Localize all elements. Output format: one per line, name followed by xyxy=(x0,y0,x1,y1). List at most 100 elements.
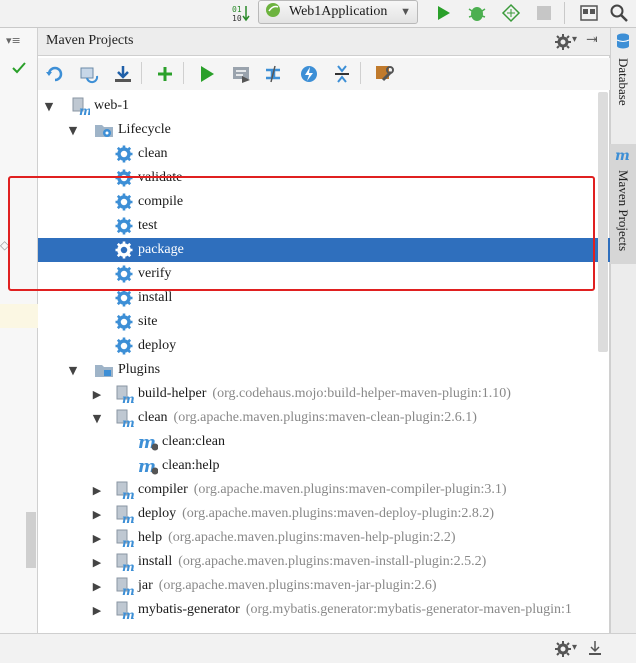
svg-text:m: m xyxy=(615,148,630,162)
lifecycle-label: Lifecycle xyxy=(118,122,171,137)
search-icon[interactable] xyxy=(608,2,630,24)
maven-plugin-icon: m xyxy=(114,528,134,548)
svg-text:10: 10 xyxy=(232,14,242,23)
chevron-down-icon[interactable]: ▼ xyxy=(90,412,104,425)
lifecycle-phase-site[interactable]: site xyxy=(38,310,610,334)
debug-icon[interactable] xyxy=(466,2,488,24)
tree-item-plugins[interactable]: ▼ Plugins xyxy=(38,358,610,382)
maven-plugin-icon: m xyxy=(114,552,134,572)
panel-title: Maven Projects xyxy=(46,33,134,48)
chevron-right-icon[interactable]: ▶ xyxy=(90,388,104,401)
chevron-right-icon[interactable]: ▶ xyxy=(90,556,104,569)
phase-label: clean xyxy=(138,146,168,161)
maven-projects-tab[interactable]: m Maven Projects xyxy=(610,144,636,264)
gear-dropdown-icon[interactable]: ▾ xyxy=(572,642,577,653)
phase-label: deploy xyxy=(138,338,177,353)
chevron-down-icon[interactable]: ▼ xyxy=(66,364,80,377)
plugin-coordinates: (org.mybatis.generator:mybatis-generator… xyxy=(245,602,572,617)
phase-label: install xyxy=(138,290,173,305)
plugin-mybatis-generator[interactable]: ▶ m mybatis-generator (org.mybatis.generato… xyxy=(38,598,610,622)
hide-bottom-icon[interactable] xyxy=(588,639,602,661)
chevron-right-icon[interactable]: ▶ xyxy=(90,580,104,593)
gear-dropdown-icon[interactable]: ▾ xyxy=(572,34,577,45)
settings-gear-icon[interactable] xyxy=(554,640,572,662)
maven-plugin-icon: m xyxy=(114,480,134,500)
tree-scrollbar[interactable] xyxy=(598,92,608,352)
execute-goal-icon[interactable] xyxy=(231,64,251,88)
tree-item-project[interactable]: ▼ m web-1 xyxy=(38,94,610,118)
maven-projects-tab-label: Maven Projects xyxy=(616,170,631,252)
download-sources-icon[interactable] xyxy=(113,64,133,88)
maven-plugin-icon: m xyxy=(114,384,134,404)
svg-text:m: m xyxy=(122,416,134,428)
editor-menu-icon[interactable]: ▾≡ xyxy=(6,34,21,47)
maven-goal-icon: m xyxy=(138,456,158,476)
chevron-right-icon[interactable]: ▶ xyxy=(90,532,104,545)
plugin-name: compiler xyxy=(138,482,188,497)
lifecycle-phase-clean[interactable]: clean xyxy=(38,142,610,166)
svg-text:m: m xyxy=(122,512,134,524)
collapse-all-icon[interactable] xyxy=(332,64,352,88)
plugin-coordinates: (org.apache.maven.plugins:maven-jar-plug… xyxy=(158,578,437,593)
plugin-install[interactable]: ▶ m install (org.apache.maven.plugins:maven… xyxy=(38,550,610,574)
maven-module-icon: m xyxy=(70,96,90,116)
generate-sources-icon[interactable] xyxy=(79,64,99,88)
svg-text:m: m xyxy=(122,392,134,404)
coverage-icon[interactable] xyxy=(500,2,522,24)
toolbar-divider xyxy=(564,2,565,24)
plugin-build-helper[interactable]: ▶ m build-helper (org.codehaus.mojo:build-h… xyxy=(38,382,610,406)
run-configuration-label: Web1Application xyxy=(289,4,388,19)
maven-toolbar xyxy=(38,58,610,90)
plugin-clean[interactable]: ▼ m clean (org.apache.maven.plugins:maven-c… xyxy=(38,406,610,430)
chevron-down-icon: ▼ xyxy=(400,6,411,18)
stop-icon[interactable] xyxy=(534,3,554,23)
settings-gear-icon[interactable] xyxy=(554,33,572,55)
maven-icon: m xyxy=(615,148,631,166)
toggle-offline-icon[interactable] xyxy=(263,64,283,88)
add-project-icon[interactable] xyxy=(155,64,175,88)
svg-text:m: m xyxy=(122,536,134,548)
database-tab[interactable]: Database xyxy=(610,32,636,122)
run-maven-build-icon[interactable] xyxy=(197,64,217,88)
reimport-icon[interactable] xyxy=(45,64,65,88)
line-highlight xyxy=(0,304,38,328)
phase-label: site xyxy=(138,314,158,329)
editor-scrollbar[interactable] xyxy=(26,512,36,568)
plugin-goal[interactable]: m clean:help xyxy=(38,454,610,478)
plugin-name: install xyxy=(138,554,173,569)
project-structure-icon[interactable] xyxy=(578,2,600,24)
run-configuration-select[interactable]: Web1Application ▼ xyxy=(258,0,418,24)
skip-tests-icon[interactable] xyxy=(299,64,319,88)
plugins-folder-icon xyxy=(94,360,114,380)
spring-boot-icon xyxy=(265,2,283,23)
chevron-right-icon[interactable]: ▶ xyxy=(90,604,104,617)
chevron-right-icon[interactable]: ▶ xyxy=(90,508,104,521)
toolbar-divider xyxy=(141,62,142,84)
maven-plugin-icon: m xyxy=(114,600,134,620)
sort-icon[interactable]: 01 10 xyxy=(230,3,252,23)
hide-panel-icon[interactable]: ⇥ xyxy=(586,32,598,48)
plugin-jar[interactable]: ▶ m jar (org.apache.maven.plugins:maven-jar… xyxy=(38,574,610,598)
plugin-name: mybatis-generator xyxy=(138,602,240,617)
svg-text:m: m xyxy=(122,488,134,500)
plugin-goal[interactable]: m clean:clean xyxy=(38,430,610,454)
database-tab-label: Database xyxy=(616,58,631,106)
plugin-coordinates: (org.apache.maven.plugins:maven-deploy-p… xyxy=(182,506,495,521)
tree-item-lifecycle[interactable]: ▼ Lifecycle xyxy=(38,118,610,142)
plugin-compiler[interactable]: ▶ m compiler (org.apache.maven.plugins:mave… xyxy=(38,478,610,502)
database-icon xyxy=(615,32,631,54)
chevron-right-icon[interactable]: ▶ xyxy=(90,484,104,497)
plugin-help[interactable]: ▶ m help (org.apache.maven.plugins:maven-he… xyxy=(38,526,610,550)
chevron-down-icon[interactable]: ▼ xyxy=(66,124,80,137)
plugin-name: deploy xyxy=(138,506,177,521)
toolbar-divider xyxy=(183,62,184,84)
maven-settings-icon[interactable] xyxy=(374,64,394,88)
plugin-coordinates: (org.apache.maven.plugins:maven-clean-pl… xyxy=(173,410,477,425)
plugin-deploy[interactable]: ▶ m deploy (org.apache.maven.plugins:maven-… xyxy=(38,502,610,526)
lifecycle-phase-deploy[interactable]: deploy xyxy=(38,334,610,358)
chevron-down-icon[interactable]: ▼ xyxy=(42,100,56,113)
toolbar-divider xyxy=(360,62,361,84)
bottom-bar: ▾ xyxy=(0,633,636,663)
top-toolbar: 01 10 Web1Application ▼ xyxy=(0,0,636,28)
run-icon[interactable] xyxy=(432,2,454,24)
